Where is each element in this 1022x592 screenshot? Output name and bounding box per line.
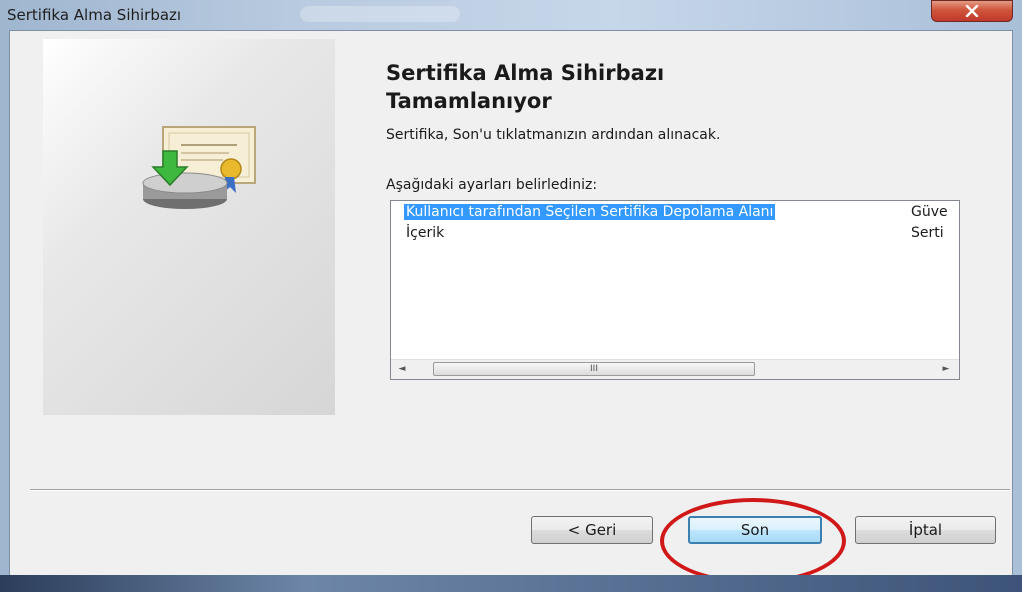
window-title: Sertifika Alma Sihirbazı	[7, 6, 182, 24]
back-button[interactable]: < Geri	[531, 516, 653, 544]
page-title: Sertifika Alma Sihirbazı Tamamlanıyor	[386, 59, 986, 115]
finish-button[interactable]: Son	[688, 516, 822, 544]
wizard-window: Sertifika Alma Sihirbazı Sertifika Alma …	[0, 0, 1022, 592]
settings-label: Aşağıdaki ayarları belirlediniz:	[386, 177, 598, 193]
scroll-left-icon[interactable]: ◄	[395, 363, 409, 376]
cancel-button[interactable]: İptal	[855, 516, 996, 544]
horizontal-scrollbar[interactable]: ◄ III ►	[391, 359, 959, 379]
page-title-line-2: Tamamlanıyor	[386, 89, 552, 113]
window-bottom-edge	[0, 575, 1022, 592]
wizard-body: Sertifika Alma Sihirbazı Tamamlanıyor Se…	[9, 30, 1013, 584]
scroll-thumb[interactable]: III	[433, 362, 755, 376]
wizard-side-panel	[43, 39, 335, 415]
close-button[interactable]	[931, 0, 1013, 22]
title-bar: Sertifika Alma Sihirbazı	[0, 0, 1022, 30]
page-title-line-1: Sertifika Alma Sihirbazı	[386, 61, 665, 85]
list-item[interactable]: Kullanıcı tarafından Seçilen Sertifika D…	[391, 203, 959, 223]
title-bar-glass	[300, 6, 460, 22]
settings-list[interactable]: Kullanıcı tarafından Seçilen Sertifika D…	[390, 200, 960, 380]
setting-value: Güve	[911, 204, 948, 220]
footer-separator	[30, 489, 1010, 491]
setting-value: Serti	[911, 225, 944, 241]
setting-name: Kullanıcı tarafından Seçilen Sertifika D…	[404, 204, 776, 220]
scroll-right-icon[interactable]: ►	[939, 363, 953, 376]
completion-description: Sertifika, Son'u tıklatmanızın ardından …	[386, 127, 721, 143]
list-item[interactable]: İçerik Serti	[391, 224, 959, 244]
setting-name: İçerik	[406, 225, 445, 241]
close-icon	[965, 5, 979, 17]
certificate-install-icon	[142, 126, 256, 209]
